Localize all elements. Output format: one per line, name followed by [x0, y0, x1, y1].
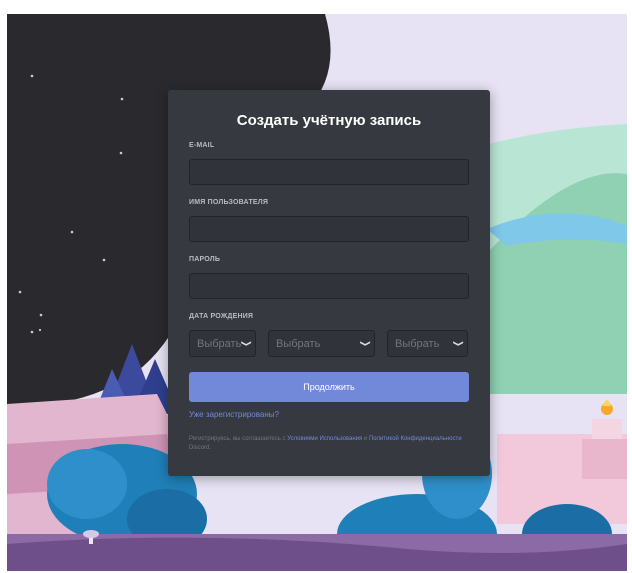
password-field[interactable] — [189, 273, 469, 299]
chevron-down-icon: ❯ — [359, 340, 371, 347]
chevron-down-icon: ❯ — [452, 340, 464, 347]
username-label: ИМЯ ПОЛЬЗОВАТЕЛЯ — [189, 199, 269, 206]
continue-button[interactable]: Продолжить — [189, 372, 469, 402]
dob-label: ДАТА РОЖДЕНИЯ — [189, 313, 254, 320]
legal-and: и — [362, 436, 369, 442]
year-select-value: Выбрать — [395, 337, 440, 350]
legal-suffix: Discord. — [189, 445, 212, 451]
day-select-value: Выбрать — [197, 337, 242, 350]
terms-link[interactable]: Условиями Использования — [287, 436, 362, 442]
email-label: E-MAIL — [189, 142, 215, 149]
email-field[interactable] — [189, 159, 469, 185]
year-select[interactable]: Выбрать ❯ — [387, 330, 468, 357]
register-card: Создать учётную запись E-MAIL ИМЯ ПОЛЬЗО… — [168, 90, 490, 476]
dob-selects: Выбрать ❯ Выбрать ❯ Выбрать ❯ — [189, 330, 469, 357]
login-link[interactable]: Уже зарегистрированы? — [189, 410, 469, 419]
privacy-link[interactable]: Политикой Конфиденциальности — [369, 436, 462, 442]
page-title: Создать учётную запись — [236, 112, 422, 129]
legal-prefix: Регистрируясь, вы соглашаетесь с — [189, 436, 288, 442]
legal-text: Регистрируясь, вы соглашаетесь с Условия… — [189, 435, 469, 453]
password-label: ПАРОЛЬ — [189, 256, 221, 263]
username-field[interactable] — [189, 216, 469, 242]
day-select[interactable]: Выбрать ❯ — [189, 330, 256, 357]
month-select-value: Выбрать — [276, 337, 321, 350]
chevron-down-icon: ❯ — [240, 340, 252, 347]
month-select[interactable]: Выбрать ❯ — [268, 330, 375, 357]
